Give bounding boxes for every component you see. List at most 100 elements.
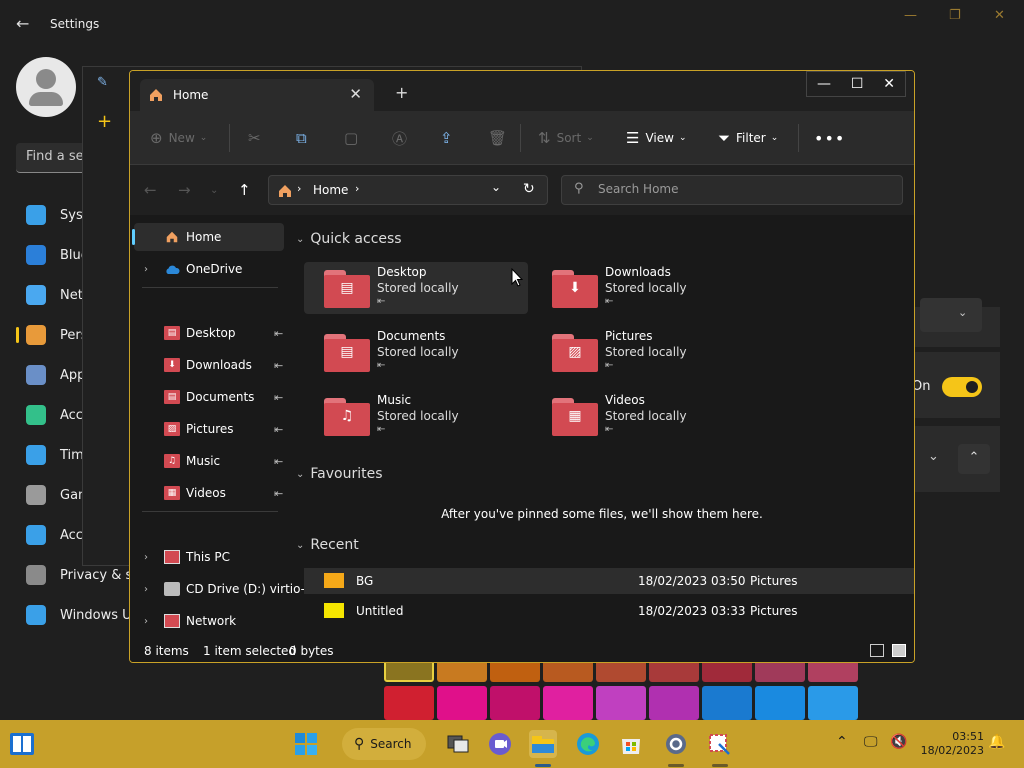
quick-access-videos[interactable]: ▦ Videos Stored locally ⇤ — [532, 390, 756, 442]
nav-item-downloads[interactable]: ⬇ Downloads ⇤ — [134, 351, 284, 379]
settings-category-icon — [26, 525, 46, 545]
settings-taskbar-icon[interactable] — [662, 730, 690, 758]
nav-item-cd-drive[interactable]: › CD Drive (D:) virtio- — [134, 575, 305, 603]
quick-access-documents[interactable]: ▤ Documents Stored locally ⇤ — [304, 326, 528, 378]
file-explorer-taskbar-icon[interactable] — [529, 730, 557, 758]
recent-file-row[interactable]: BG 18/02/2023 03:50 Pictures — [304, 568, 914, 594]
color-swatch[interactable] — [596, 686, 646, 720]
share-icon: ⇪ — [440, 129, 453, 147]
system-clock[interactable]: 03:51 18/02/2023 — [921, 730, 984, 758]
paste-button[interactable]: ▢ — [344, 128, 364, 148]
file-date: 18/02/2023 03:33 — [638, 604, 746, 618]
back-icon[interactable]: ← — [144, 181, 157, 199]
start-icon[interactable] — [292, 730, 320, 758]
notifications-icon[interactable]: 🔔 — [988, 734, 1005, 750]
favourites-header[interactable]: ⌄ Favourites — [296, 466, 383, 482]
recent-file-row[interactable]: Untitled 18/02/2023 03:33 Pictures — [304, 598, 914, 624]
details-view-icon[interactable] — [870, 644, 884, 657]
teams-chat-icon[interactable] — [486, 730, 514, 758]
widgets-icon[interactable] — [8, 730, 36, 758]
nav-item-network[interactable]: › Network — [134, 607, 284, 635]
chevron-down-icon[interactable]: ⌄ — [491, 180, 501, 194]
more-options-icon[interactable]: ••• — [814, 128, 845, 148]
new-button[interactable]: ⊕ New ⌄ — [150, 128, 207, 148]
close-icon[interactable]: ✕ — [994, 8, 1005, 23]
quick-access-desktop[interactable]: ▤ Desktop Stored locally ⇤ — [304, 262, 528, 314]
rename-button[interactable]: Ⓐ — [392, 128, 413, 148]
nav-item-videos[interactable]: ▦ Videos ⇤ — [134, 479, 284, 507]
recent-locations-icon[interactable]: ⌄ — [210, 185, 218, 196]
quick-access-pictures[interactable]: ▨ Pictures Stored locally ⇤ — [532, 326, 756, 378]
up-arrow-icon[interactable]: ↑ — [238, 181, 251, 199]
filter-button[interactable]: ⏷ Filter ⌄ — [718, 128, 778, 148]
chevron-right-icon[interactable]: › — [144, 616, 148, 627]
taskbar-search-button[interactable]: ⚲ Search — [342, 728, 426, 760]
color-swatch[interactable] — [755, 686, 805, 720]
nav-item-home[interactable]: Home — [132, 223, 284, 251]
view-button[interactable]: ☰ View ⌄ — [626, 128, 686, 148]
recent-header[interactable]: ⌄ Recent — [296, 537, 359, 553]
minimize-icon[interactable]: — — [817, 76, 831, 92]
color-swatch[interactable] — [384, 686, 434, 720]
nav-item-documents[interactable]: ▤ Documents ⇤ — [134, 383, 284, 411]
new-tab-icon[interactable]: + — [395, 83, 408, 102]
delete-button[interactable]: 🗑 — [488, 128, 513, 148]
breadcrumb[interactable]: Home — [313, 183, 348, 197]
search-input[interactable] — [598, 182, 888, 196]
color-swatch[interactable] — [543, 686, 593, 720]
forward-icon[interactable]: → — [178, 181, 191, 199]
plus-icon[interactable]: + — [97, 111, 112, 132]
chevron-right-icon[interactable]: › — [144, 552, 148, 563]
microsoft-store-icon[interactable] — [617, 730, 645, 758]
chevron-right-icon[interactable]: › — [144, 264, 148, 275]
nav-item-onedrive[interactable]: › OneDrive — [134, 255, 284, 283]
chevron-up-icon[interactable]: ⌃ — [958, 444, 990, 474]
nav-item-this-pc[interactable]: › This PC — [134, 543, 284, 571]
minimize-icon[interactable]: — — [904, 8, 917, 23]
task-view-icon[interactable] — [444, 730, 472, 758]
color-swatch[interactable] — [808, 686, 858, 720]
color-swatch[interactable] — [437, 686, 487, 720]
nav-label: Documents — [186, 390, 255, 404]
quick-access-downloads[interactable]: ⬇ Downloads Stored locally ⇤ — [532, 262, 756, 314]
nav-item-music[interactable]: ♫ Music ⇤ — [134, 447, 284, 475]
breadcrumb-chevron-icon[interactable]: › — [355, 182, 359, 195]
color-swatch[interactable] — [702, 686, 752, 720]
tiles-view-icon[interactable] — [892, 644, 906, 657]
avatar[interactable] — [16, 57, 76, 117]
nav-item-desktop[interactable]: ▤ Desktop ⇤ — [134, 319, 284, 347]
close-tab-icon[interactable]: ✕ — [349, 85, 362, 103]
folder-name: Desktop — [377, 265, 427, 279]
network-status-icon[interactable]: 🖵 — [864, 734, 878, 750]
share-button[interactable]: ⇪ — [440, 128, 459, 148]
color-swatch[interactable] — [649, 686, 699, 720]
maximize-icon[interactable]: ☐ — [851, 76, 864, 92]
volume-muted-icon[interactable]: 🔇 — [890, 734, 907, 750]
folder-status: Stored locally — [377, 281, 459, 295]
back-arrow-icon[interactable]: ← — [16, 14, 29, 33]
chevron-down-icon[interactable]: ⌄ — [928, 449, 939, 464]
chevron-down-icon: ⌄ — [296, 539, 305, 551]
nav-item-pictures[interactable]: ▨ Pictures ⇤ — [134, 415, 284, 443]
maximize-icon[interactable]: ❐ — [949, 8, 961, 23]
color-swatch[interactable] — [490, 686, 540, 720]
copy-button[interactable]: ⧉ — [296, 128, 313, 148]
chevron-right-icon[interactable]: › — [144, 584, 148, 595]
address-bar[interactable]: › Home › ⌄ ↻ — [268, 175, 548, 205]
close-icon[interactable]: ✕ — [883, 76, 895, 92]
item-count: 8 items — [144, 644, 189, 658]
quick-access-music[interactable]: ♫ Music Stored locally ⇤ — [304, 390, 528, 442]
toggle-switch[interactable] — [942, 377, 982, 397]
settings-dropdown[interactable]: ⌄ — [920, 298, 982, 332]
quick-access-header[interactable]: ⌄ Quick access — [296, 231, 402, 247]
filter-icon: ⏷ — [718, 129, 731, 147]
sort-button[interactable]: ⇅ Sort ⌄ — [538, 128, 594, 148]
snipping-tool-icon[interactable] — [705, 730, 733, 758]
settings-nav-item[interactable]: Windows U — [16, 600, 146, 630]
show-hidden-icons-icon[interactable]: ⌃ — [836, 734, 848, 750]
search-box[interactable]: ⚲ — [561, 175, 903, 205]
tab-home[interactable]: Home ✕ — [140, 79, 374, 111]
refresh-icon[interactable]: ↻ — [523, 181, 535, 197]
cut-button[interactable]: ✂ — [248, 128, 267, 148]
edge-browser-icon[interactable] — [574, 730, 602, 758]
